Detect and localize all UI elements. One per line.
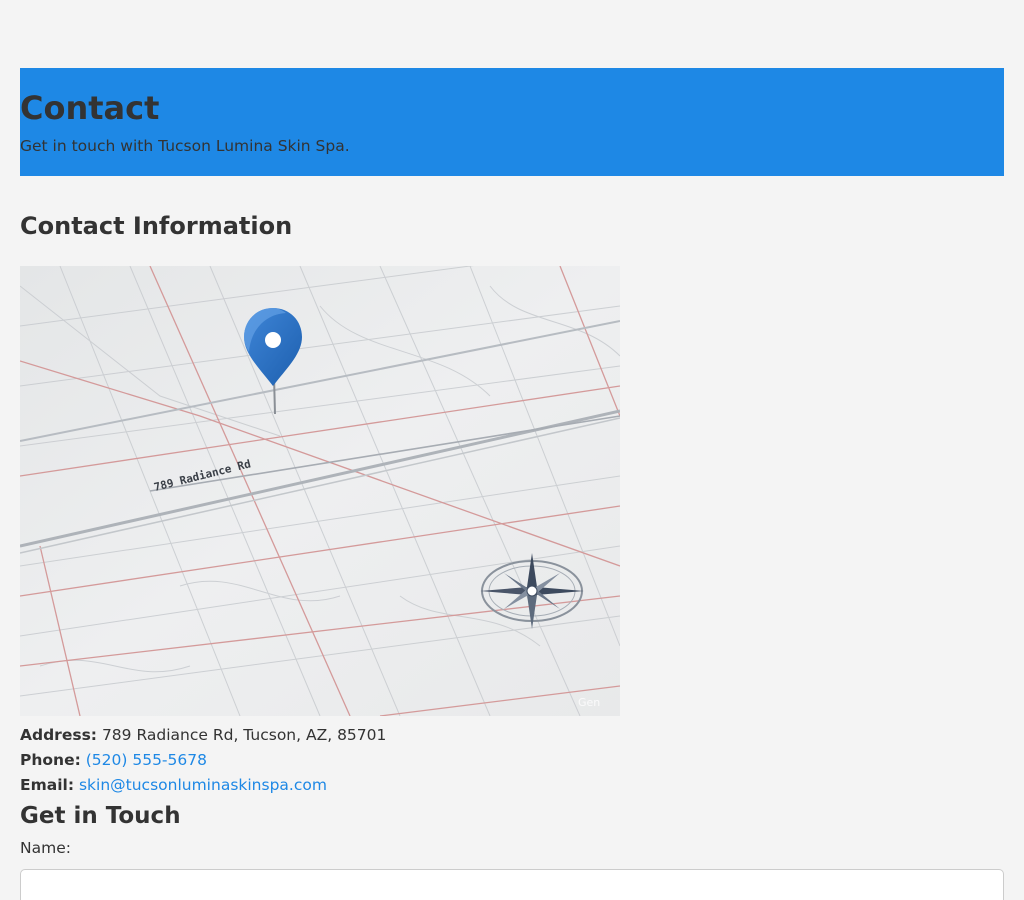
location-map: 789 Radiance Rd Gen xyxy=(20,266,620,716)
page-title: Contact xyxy=(20,89,160,127)
name-label: Name: xyxy=(20,839,71,857)
page: Contact Get in touch with Tucson Lumina … xyxy=(0,0,1024,900)
name-input[interactable] xyxy=(20,869,1004,900)
phone-line: Phone: (520) 555-5678 xyxy=(20,749,207,771)
email-link[interactable]: skin@tucsonluminaskinspa.com xyxy=(79,776,327,794)
get-in-touch-heading: Get in Touch xyxy=(20,803,181,829)
contact-information-heading: Contact Information xyxy=(20,212,293,240)
address-line: Address: 789 Radiance Rd, Tucson, AZ, 85… xyxy=(20,724,386,746)
page-hero: Contact Get in touch with Tucson Lumina … xyxy=(20,68,1004,176)
email-line: Email: skin@tucsonluminaskinspa.com xyxy=(20,774,327,796)
phone-link[interactable]: (520) 555-5678 xyxy=(86,751,207,769)
address-value: 789 Radiance Rd, Tucson, AZ, 85701 xyxy=(101,726,387,744)
map-illustration: 789 Radiance Rd Gen xyxy=(20,266,620,716)
address-label: Address: xyxy=(20,726,97,744)
map-watermark: Gen xyxy=(578,696,600,709)
phone-label: Phone: xyxy=(20,751,81,769)
email-label: Email: xyxy=(20,776,75,794)
page-subtitle: Get in touch with Tucson Lumina Skin Spa… xyxy=(20,137,350,155)
